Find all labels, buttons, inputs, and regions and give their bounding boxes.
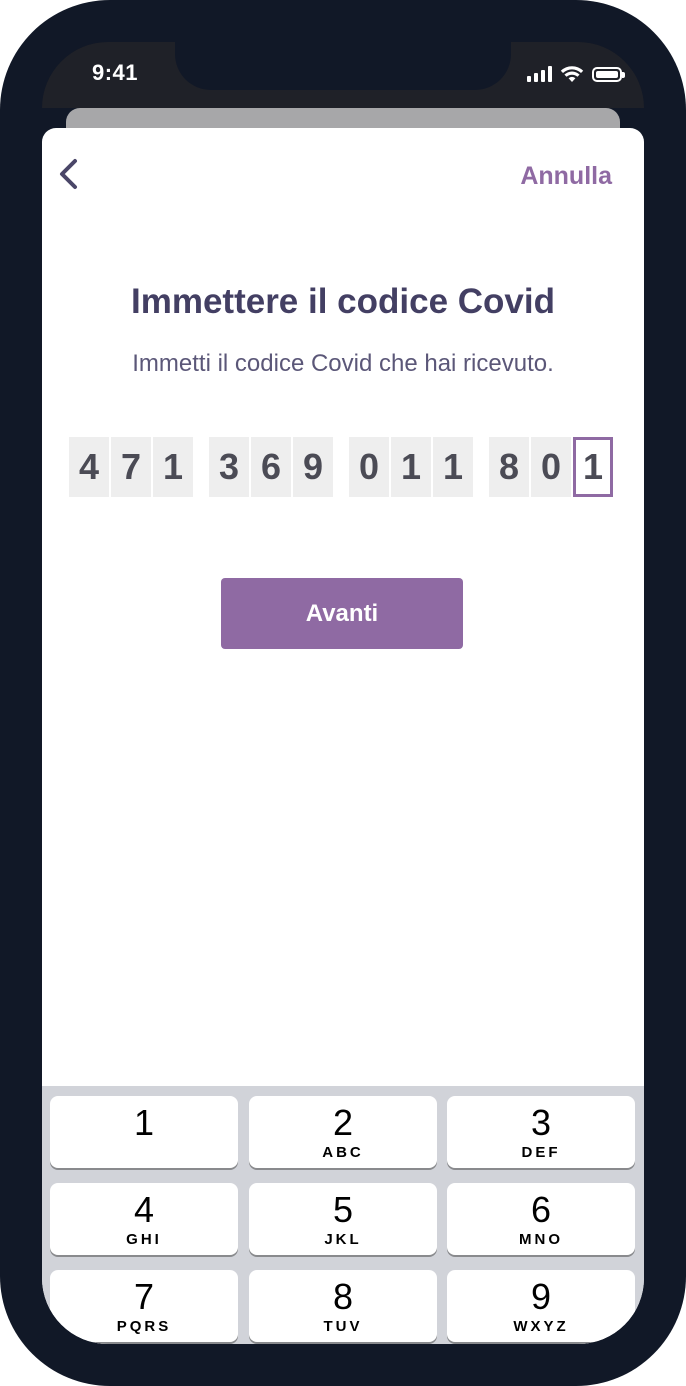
notch [175,42,511,90]
key-digit: 4 [133,1189,155,1230]
code-group-2: 3 6 9 [209,437,333,497]
code-digit[interactable]: 1 [153,437,193,497]
key-2[interactable]: 2 ABC [249,1096,437,1168]
key-6[interactable]: 6 MNO [447,1183,635,1255]
covid-code-input[interactable]: 4 7 1 3 6 9 0 1 1 8 0 1 [69,437,613,497]
key-letters: JKL [324,1231,362,1248]
key-7[interactable]: 7 PQRS [50,1270,238,1342]
code-digit-active[interactable]: 1 [573,437,613,497]
status-icons [527,64,625,84]
code-digit[interactable]: 3 [209,437,249,497]
key-1[interactable]: 1 [50,1096,238,1168]
phone-frame: 9:41 Annulla Immettere il codice Covid I… [0,0,686,1386]
key-digit: 8 [332,1276,354,1317]
key-digit: 5 [332,1189,354,1230]
code-group-3: 0 1 1 [349,437,473,497]
code-digit[interactable]: 1 [433,437,473,497]
code-digit[interactable]: 0 [349,437,389,497]
key-digit: 6 [530,1189,552,1230]
key-3[interactable]: 3 DEF [447,1096,635,1168]
code-digit[interactable]: 1 [391,437,431,497]
cancel-button[interactable]: Annulla [520,162,612,191]
key-digit: 3 [530,1102,552,1143]
key-9[interactable]: 9 WXYZ [447,1270,635,1342]
key-letters: WXYZ [513,1318,569,1335]
code-digit[interactable]: 6 [251,437,291,497]
key-digit: 2 [332,1102,354,1143]
key-4[interactable]: 4 GHI [50,1183,238,1255]
key-digit: 7 [133,1276,155,1317]
key-digit: 9 [530,1276,552,1317]
key-letters: ABC [322,1144,364,1161]
screen: 9:41 Annulla Immettere il codice Covid I… [42,42,644,1344]
key-letters: MNO [519,1231,563,1248]
key-letters: TUV [323,1318,363,1335]
key-5[interactable]: 5 JKL [249,1183,437,1255]
page-title: Immettere il codice Covid [130,282,556,321]
wifi-icon [560,66,584,82]
key-8[interactable]: 8 TUV [249,1270,437,1342]
key-letters: PQRS [116,1318,172,1335]
status-time: 9:41 [92,60,139,85]
back-button[interactable] [52,154,92,194]
code-digit[interactable]: 0 [531,437,571,497]
key-letters: GHI [126,1231,162,1248]
status-bar: 9:41 [42,42,644,108]
code-digit[interactable]: 4 [69,437,109,497]
code-digit[interactable]: 7 [111,437,151,497]
code-group-4: 8 0 1 [489,437,613,497]
key-digit: 1 [133,1102,155,1143]
battery-icon [592,66,625,82]
code-digit[interactable]: 9 [293,437,333,497]
code-group-1: 4 7 1 [69,437,193,497]
modal-sheet: Annulla Immettere il codice Covid Immett… [42,128,644,1344]
key-letters: DEF [521,1144,561,1161]
code-digit[interactable]: 8 [489,437,529,497]
next-button[interactable]: Avanti [221,578,463,649]
page-subtitle: Immetti il codice Covid che hai ricevuto… [132,350,554,377]
chevron-left-icon [60,159,77,189]
numeric-keypad: 1 2 ABC 3 DEF 4 GHI 5 JKL 6 MNO 7 PQRS 8… [42,1086,644,1344]
signal-icon [527,66,552,82]
